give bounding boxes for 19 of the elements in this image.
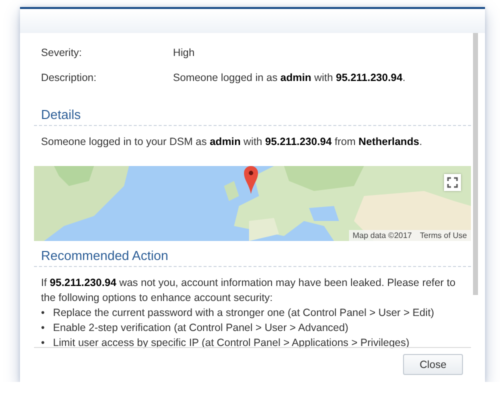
section-heading: Details — [34, 100, 471, 126]
field-label: Description: — [41, 72, 98, 84]
details-text: Someone logged in to your DSM as admin with 95.211.230.94 from Netherlands. — [40, 135, 424, 150]
recommendation-text: If 95.211.230.94 was not you, account information may have been leaked. Please refer to the following options to enhance account security: — [40, 276, 456, 306]
bullet: • — [41, 336, 46, 351]
bullet: • — [41, 321, 46, 336]
recommendation-item: Replace the current password with a stronger one (at Control Panel > User > Edit) — [53, 306, 434, 321]
field-label: Severity: — [41, 46, 83, 58]
recommendation-item: Enable 2-step verification (at Control Panel > User > Advanced) — [53, 321, 348, 336]
close-button[interactable]: Close — [403, 354, 463, 375]
field-value: High — [173, 46, 195, 58]
section-heading: Recommended Action — [34, 241, 471, 267]
terms-link[interactable]: Terms of Use — [420, 230, 467, 241]
fullscreen-icon[interactable] — [444, 174, 461, 191]
map-attribution: Map data ©2017 — [352, 230, 412, 241]
field-value: Someone logged in as admin with 95.211.230.94. — [173, 72, 406, 84]
map-pin-icon — [244, 166, 258, 194]
bullet: • — [41, 306, 46, 321]
scrollbar[interactable] — [473, 33, 478, 295]
